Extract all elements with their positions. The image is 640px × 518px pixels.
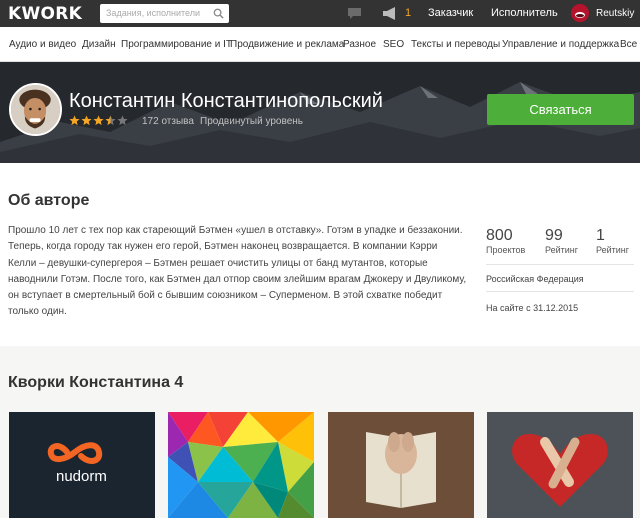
nav-customer-link[interactable]: Заказчик bbox=[428, 7, 473, 19]
notification-horn-icon[interactable] bbox=[382, 7, 399, 20]
category-misc[interactable]: Разное bbox=[343, 39, 376, 50]
search-placeholder: Задания, исполнители bbox=[106, 8, 201, 18]
notification-count[interactable]: 1 bbox=[405, 7, 411, 19]
rating-stars bbox=[69, 115, 128, 126]
nav-freelancer-link[interactable]: Исполнитель bbox=[491, 7, 558, 19]
member-since: На сайте с 31.12.2015 bbox=[486, 303, 579, 313]
stat-label: Рейтинг bbox=[596, 245, 630, 255]
about-section: Об авторе Прошло 10 лет с тех пор как ст… bbox=[0, 163, 640, 346]
kwork-logo[interactable]: KWORK bbox=[8, 3, 83, 24]
kwork-card[interactable] bbox=[328, 412, 474, 518]
seller-level: Продвинутый уровень bbox=[200, 116, 303, 127]
logo-text: KWORK bbox=[8, 3, 83, 24]
stat-value: 99 bbox=[545, 227, 563, 244]
kwork-brand-text: nudorm bbox=[56, 468, 107, 485]
user-avatar[interactable] bbox=[571, 4, 589, 22]
stat-label: Проектов bbox=[486, 245, 526, 255]
profile-hero: Константин Константинопольский 172 отзыв… bbox=[0, 62, 640, 163]
about-text: Прошло 10 лет с тех пор как стареющий Бэ… bbox=[8, 225, 467, 318]
contact-button[interactable]: Связаться bbox=[487, 94, 634, 125]
about-title: Об авторе bbox=[8, 192, 90, 209]
kwork-thumbnail bbox=[328, 412, 474, 518]
divider bbox=[486, 264, 634, 265]
divider bbox=[486, 291, 634, 292]
username[interactable]: Reutskiy bbox=[596, 8, 634, 19]
star-empty-icon bbox=[117, 115, 128, 126]
stat-value: 800 bbox=[486, 227, 513, 244]
profile-name: Константин Константинопольский bbox=[69, 90, 383, 112]
category-promotion[interactable]: Продвижение и реклама bbox=[230, 39, 344, 50]
search-icon[interactable] bbox=[213, 8, 224, 19]
category-all[interactable]: Все bbox=[620, 39, 637, 50]
country: Российская Федерация bbox=[486, 274, 584, 284]
star-half-icon bbox=[105, 115, 116, 126]
category-texts[interactable]: Тексты и переводы bbox=[411, 39, 500, 50]
star-full-icon bbox=[93, 115, 104, 126]
kwork-thumbnail bbox=[487, 412, 633, 518]
stat-value: 1 bbox=[596, 227, 605, 244]
stat-rating: 99 Рейтинг bbox=[545, 227, 578, 255]
stat-label: Рейтинг bbox=[545, 245, 579, 255]
kwork-thumbnail bbox=[9, 412, 155, 518]
category-audio-video[interactable]: Аудио и видео bbox=[9, 39, 76, 50]
stat-rank: 1 Рейтинг bbox=[596, 227, 629, 255]
kwork-card[interactable] bbox=[487, 412, 633, 518]
category-programming[interactable]: Программирование и IT bbox=[121, 39, 232, 50]
star-full-icon bbox=[69, 115, 80, 126]
top-bar: KWORK Задания, исполнители 1 Заказчик Ис… bbox=[0, 0, 640, 27]
profile-avatar bbox=[9, 83, 62, 136]
kwork-card[interactable]: nudorm bbox=[9, 412, 155, 518]
chat-icon[interactable] bbox=[347, 7, 362, 20]
kwork-card[interactable] bbox=[168, 412, 314, 518]
star-full-icon bbox=[81, 115, 92, 126]
kwork-thumbnail bbox=[168, 412, 314, 518]
stat-projects: 800 Проектов bbox=[486, 227, 525, 255]
search-input[interactable]: Задания, исполнители bbox=[100, 4, 229, 23]
category-design[interactable]: Дизайн bbox=[82, 39, 116, 50]
reviews-count[interactable]: 172 отзыва bbox=[142, 116, 194, 127]
category-bar: Аудио и видео Дизайн Программирование и … bbox=[0, 27, 640, 62]
category-management[interactable]: Управление и поддержка bbox=[502, 39, 619, 50]
kworks-title: Кворки Константина 4 bbox=[8, 374, 184, 391]
category-seo[interactable]: SEO bbox=[383, 39, 404, 50]
